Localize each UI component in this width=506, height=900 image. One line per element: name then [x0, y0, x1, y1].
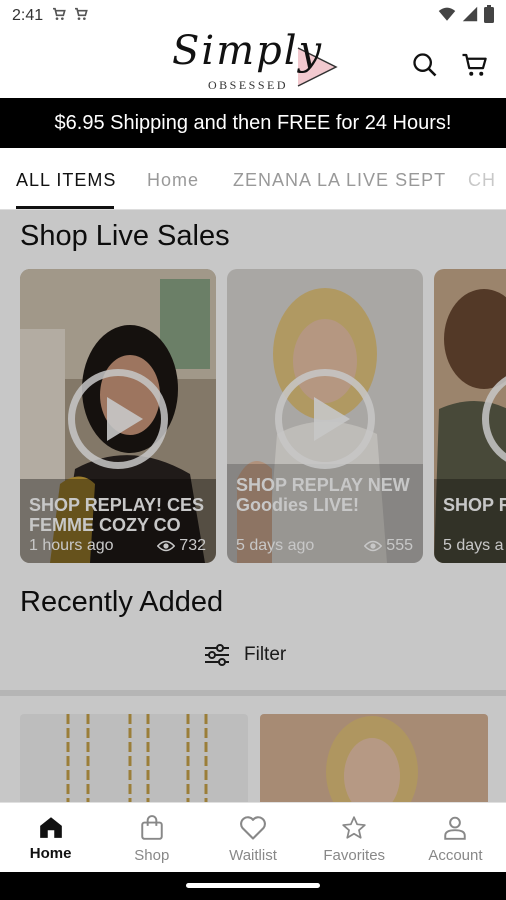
live-sale-card-title: SHOP REPLAY! CES FEMME COZY CO — [29, 495, 205, 535]
cart-icon[interactable] — [460, 50, 490, 80]
star-icon — [342, 816, 366, 839]
live-sales-title: Shop Live Sales — [20, 220, 230, 252]
battery-icon — [484, 4, 494, 28]
eye-icon — [157, 540, 176, 552]
eye-icon — [364, 540, 383, 552]
promo-banner-text: $6.95 Shipping and then FREE for 24 Hour… — [54, 111, 452, 134]
nav-shop-label: Shop — [134, 847, 170, 864]
live-sale-card-time: 1 hours ago — [29, 537, 114, 554]
wifi-icon — [438, 6, 456, 27]
product-image — [66, 714, 208, 802]
live-sale-card[interactable]: SHOP REPLAY! CES FEMME COZY CO 1 hours a… — [20, 269, 216, 563]
nav-account[interactable]: Account — [405, 803, 506, 872]
nav-favorites-label: Favorites — [323, 847, 386, 864]
tab-partial[interactable]: CH — [468, 170, 496, 191]
search-icon[interactable] — [410, 50, 440, 80]
promo-banner[interactable]: $6.95 Shipping and then FREE for 24 Hour… — [0, 98, 506, 148]
filter-sliders-icon — [205, 644, 229, 666]
live-sale-card-views: 555 — [364, 537, 413, 555]
main-content: Shop Live Sales SHOP REPLAY! CES FEMME C… — [0, 210, 506, 802]
logo-sub-text: OBSESSED — [208, 78, 289, 92]
person-icon — [444, 816, 467, 840]
brand-logo[interactable]: Simply OBSESSED — [166, 28, 342, 98]
live-sale-card-time: 5 days a — [443, 537, 504, 554]
product-image — [326, 716, 418, 802]
filter-label: Filter — [244, 644, 287, 665]
live-sale-card-title: SHOP REPLAY NEW Goodies LIVE! — [236, 475, 410, 515]
nav-waitlist-label: Waitlist — [229, 847, 277, 864]
views-count: 555 — [386, 537, 413, 554]
signal-icon — [462, 6, 478, 27]
home-icon — [39, 817, 62, 838]
tab-home[interactable]: Home — [147, 170, 199, 191]
live-sale-card-time: 5 days ago — [236, 537, 315, 554]
system-gesture-bar — [0, 872, 506, 900]
cart-icon — [51, 6, 67, 27]
bottom-nav: Home Shop Waitlist Favorites Account — [0, 802, 506, 872]
active-tab-indicator — [16, 206, 114, 209]
nav-account-label: Account — [428, 847, 483, 864]
live-sale-card-title: SHOP R NEW S — [443, 495, 506, 515]
status-time: 2:41 — [12, 7, 44, 24]
product-tile[interactable] — [20, 714, 248, 802]
app-header: Simply OBSESSED — [0, 28, 506, 98]
tab-zenana-la-live-sept[interactable]: ZENANA LA LIVE SEPT — [233, 170, 446, 191]
nav-home[interactable]: Home — [0, 803, 101, 872]
product-tile[interactable] — [260, 714, 488, 802]
tab-all-items[interactable]: ALL ITEMS — [16, 170, 116, 191]
home-gesture-pill[interactable] — [186, 883, 320, 888]
filter-button[interactable]: Filter — [204, 644, 286, 666]
play-icon[interactable] — [275, 369, 375, 469]
nav-waitlist[interactable]: Waitlist — [202, 803, 303, 872]
play-icon[interactable] — [68, 369, 168, 469]
nav-home-label: Home — [29, 845, 72, 862]
live-sale-card[interactable]: SHOP R NEW S 5 days a — [434, 269, 506, 563]
live-sale-card-views: 732 — [157, 537, 206, 555]
cart-icon — [73, 6, 89, 27]
nav-shop[interactable]: Shop — [101, 803, 202, 872]
views-count: 732 — [179, 537, 206, 554]
nav-favorites[interactable]: Favorites — [304, 803, 405, 872]
section-divider — [0, 690, 506, 696]
shopping-bag-icon — [141, 815, 163, 840]
recently-added-title: Recently Added — [20, 586, 224, 618]
category-tabs: ALL ITEMS Home ZENANA LA LIVE SEPT CH — [0, 148, 506, 210]
live-sale-card[interactable]: SHOP REPLAY NEW Goodies LIVE! 5 days ago… — [227, 269, 423, 563]
heart-icon — [240, 816, 266, 840]
logo-script-text: Simply — [172, 28, 324, 74]
